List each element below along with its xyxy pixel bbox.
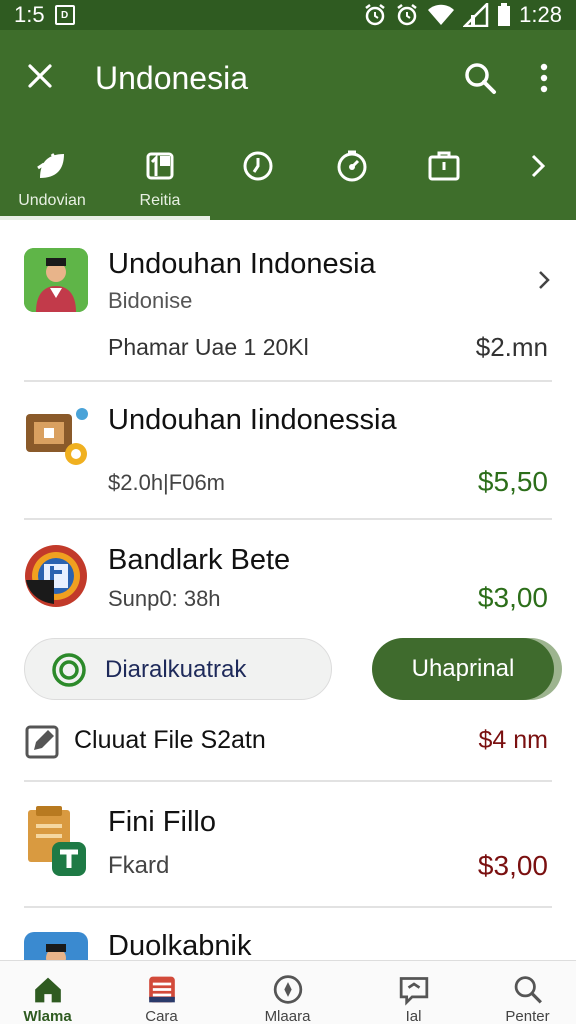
wifi-icon [428, 4, 455, 25]
leaf-icon [37, 153, 64, 178]
page-title: Undonesia [95, 60, 248, 96]
status-bar: 1:5 D 1:28 [0, 0, 576, 30]
nav-ial[interactable]: Ial [356, 961, 471, 1024]
tab-next[interactable] [518, 140, 558, 220]
battery-icon [498, 3, 511, 26]
nav-mlaara[interactable]: Mlaara [230, 961, 345, 1024]
list-item[interactable]: Cluuat File S2atn $4 nm [0, 710, 576, 782]
item-name: Duolkabnik [108, 930, 252, 960]
primary-action-label: Uhaprinal [411, 655, 515, 682]
close-icon[interactable] [24, 60, 56, 92]
avatar [24, 544, 88, 608]
item-price: $5,50 [477, 466, 548, 497]
item-price: $3,00 [477, 850, 548, 881]
nav-label: Penter [505, 1008, 550, 1024]
list-item[interactable]: Undouhan Iindonessia $2.0h|F06m $5,50 [0, 382, 576, 520]
chevron-right-icon[interactable] [534, 268, 554, 292]
nav-label: Ial [405, 1008, 422, 1024]
tab-undovian[interactable]: Undovian [10, 140, 94, 220]
secondary-action-label: Diaralkuatrak [105, 656, 247, 683]
status-time-right: 1:28 [519, 2, 562, 27]
nav-label: Mlaara [264, 1008, 311, 1024]
nav-penter[interactable]: Penter [470, 961, 576, 1024]
wallet-icon [24, 404, 92, 468]
item-name: Cluuat File S2atn [74, 726, 266, 754]
primary-action-button[interactable]: Uhaprinal [372, 638, 554, 700]
folder-icon [24, 806, 90, 876]
nav-label: Wlama [23, 1008, 72, 1024]
item-price: $4 nm [478, 726, 548, 754]
tab-label: Undovian [18, 192, 86, 209]
item-name: Fini Fillo [108, 806, 216, 838]
inbox-icon [148, 976, 175, 1003]
search-icon [514, 976, 542, 1004]
search-icon[interactable] [462, 60, 498, 96]
tab-reitia[interactable]: Reitia [118, 140, 202, 220]
compass-icon [273, 975, 302, 1004]
signal-icon [463, 3, 489, 27]
item-price: $3,00 [477, 582, 548, 613]
list-item[interactable]: Fini Fillo Fkard $3,00 [0, 782, 576, 908]
nav-cara[interactable]: Cara [104, 961, 219, 1024]
tab-label: Reitia [139, 192, 181, 209]
timer-icon [337, 150, 367, 182]
item-list: Undouhan Indonesia Bidonise Phamar Uae 1… [0, 220, 576, 960]
more-options-icon[interactable] [532, 62, 556, 94]
nav-label: Cara [145, 1008, 178, 1024]
tab-briefcase[interactable] [424, 140, 464, 220]
bottom-navigation: Wlama Cara Mlaara Ial Penter [0, 960, 576, 1024]
app-screen: 1:5 D 1:28 Undonesia Undovian Reitia Und… [0, 0, 576, 1024]
item-name: Bandlark Bete [108, 544, 291, 576]
secondary-action-button[interactable]: Diaralkuatrak [24, 638, 332, 700]
item-subtitle: Bidonise [108, 288, 193, 313]
briefcase-icon [428, 151, 460, 181]
edit-file-icon [25, 725, 59, 759]
list-item[interactable]: Duolkabnik [0, 908, 576, 960]
avatar [24, 248, 88, 312]
clock-icon [243, 151, 273, 181]
app-bar: Undonesia Undovian Reitia [0, 30, 576, 220]
item-subtitle: Fkard [108, 852, 170, 879]
tab-bar: Undovian Reitia [0, 140, 576, 220]
alarm-icon [365, 4, 385, 26]
list-item[interactable]: Bandlark Bete Sunp0: 38h $3,00 [0, 520, 576, 638]
tab-clock[interactable] [238, 140, 278, 220]
item-subtitle: Sunp0: 38h [108, 586, 221, 611]
tag-icon [146, 152, 174, 180]
chat-icon [399, 977, 428, 1006]
status-time-left: 1:5 [14, 2, 45, 27]
tab-timer[interactable] [332, 140, 372, 220]
item-subtitle: $2.0h|F06m [108, 470, 226, 495]
item-name: Undouhan Iindonessia [108, 404, 397, 436]
chevron-right-icon [531, 154, 546, 178]
avatar [24, 932, 88, 960]
item-detail: Phamar Uae 1 20Kl [108, 334, 309, 360]
item-name: Undouhan Indonesia [108, 248, 376, 280]
item-price: $2.mn [475, 332, 548, 362]
refresh-icon [52, 653, 86, 687]
list-item[interactable]: Undouhan Indonesia Bidonise Phamar Uae 1… [0, 220, 576, 382]
notification-badge: D [54, 5, 75, 25]
alarm-icon-2 [397, 4, 417, 26]
nav-home[interactable]: Wlama [0, 961, 105, 1024]
home-icon [34, 977, 61, 1003]
